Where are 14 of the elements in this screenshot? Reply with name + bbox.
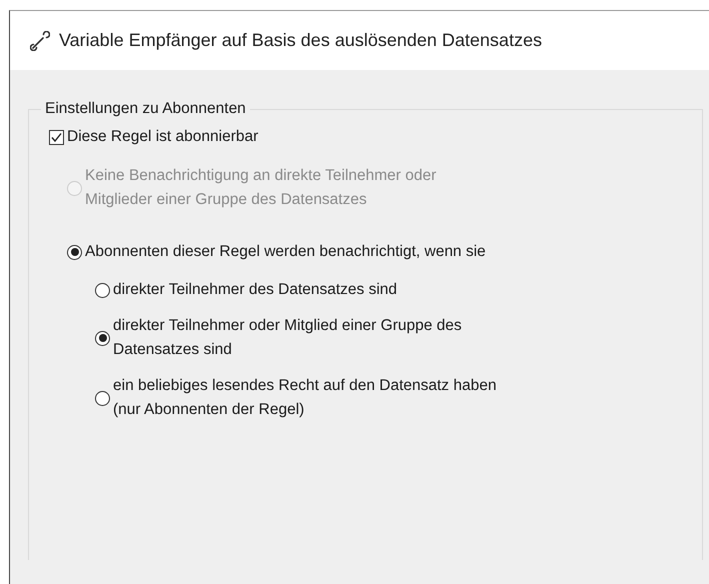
radio-label: Abonnenten dieser Regel werden benachrichtigt, wenn sie [85,242,486,262]
group-label: Einstellungen zu Abonnenten [44,100,247,118]
radio-button[interactable] [67,244,82,260]
radio-button[interactable] [95,330,110,346]
checkbox-label: Diese Regel ist abonnierbar [67,128,258,146]
checkbox[interactable] [49,130,64,144]
radio-label: direkter Teilnehmer des Datensatzes sind [113,280,398,300]
radio-button[interactable] [95,390,110,406]
radio-label: direkter Teilnehmer oder Mitglied einer Gruppe des Datensatzes sind [113,316,462,360]
window-title: Variable Empfänger auf Basis des auslösenden Datensatzes [59,30,542,51]
radio-button[interactable] [95,282,110,298]
radio-label: ein beliebiges lesendes Recht auf den Datensatz haben (nur Abonnenten der Regel) [113,376,496,420]
wrench-icon [30,30,50,50]
radio-label: Keine Benachrichtigung an direkte Teilnehmer oder Mitglieder einer Gruppe des Datensatzes [85,166,436,210]
